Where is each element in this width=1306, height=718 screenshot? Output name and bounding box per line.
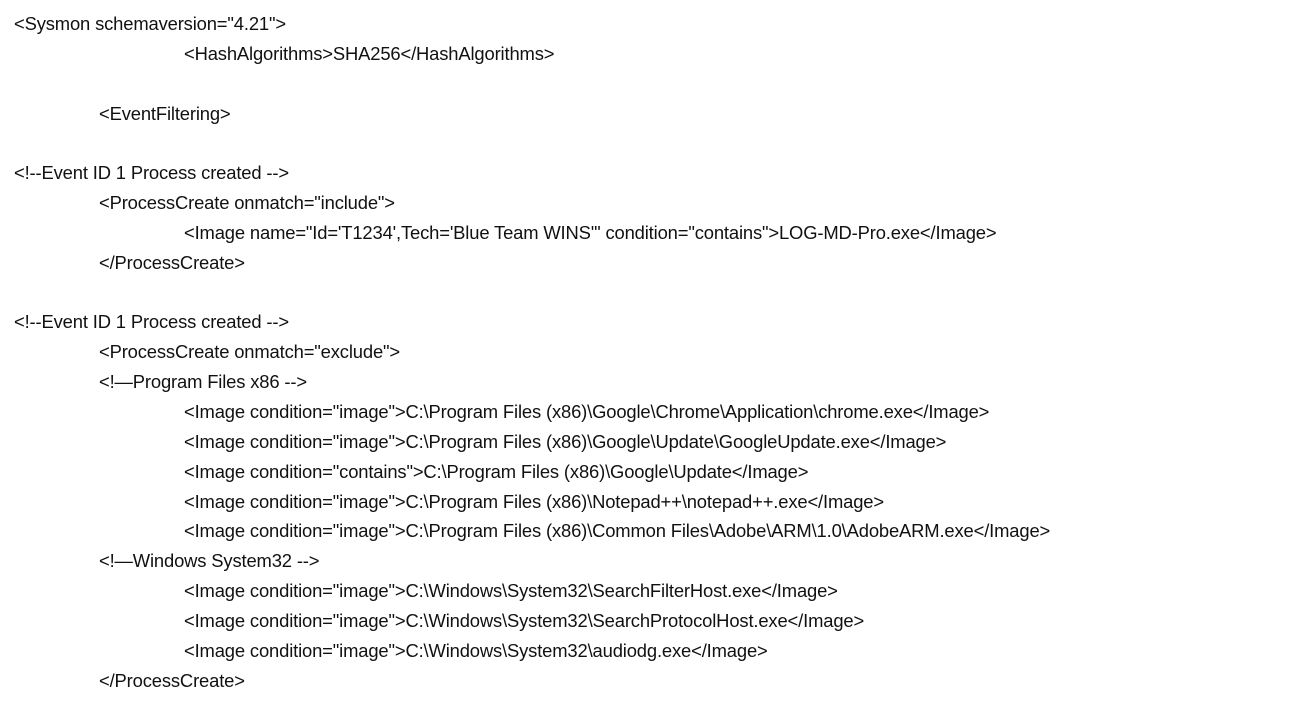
doc-line: <!--Event ID 1 Process created -->	[14, 162, 289, 184]
doc-line: <Image name="Id='T1234',Tech='Blue Team …	[184, 221, 997, 243]
doc-line: <ProcessCreate onmatch="exclude">	[99, 341, 400, 363]
doc-line: <Image condition="image">C:\Program File…	[184, 400, 990, 422]
doc-line: <Image condition="image">C:\Program File…	[184, 430, 947, 452]
doc-line	[14, 278, 1294, 308]
doc-line	[14, 128, 1294, 158]
doc-line: <Image condition="image">C:\Windows\Syst…	[184, 580, 838, 602]
sysmon-config-document: <Sysmon schemaversion="4.21"> <HashAlgor…	[14, 9, 1294, 695]
doc-line: <Image condition="contains">C:\Program F…	[184, 460, 809, 482]
doc-line: <Sysmon schemaversion="4.21">	[14, 13, 286, 34]
doc-line: <Image condition="image">C:\Program File…	[184, 520, 1051, 542]
doc-line: <ProcessCreate onmatch="include">	[99, 192, 395, 214]
doc-line: <Image condition="image">C:\Program File…	[184, 490, 884, 512]
doc-line: <!—Windows System32 -->	[99, 550, 320, 572]
doc-line: <Image condition="image">C:\Windows\Syst…	[184, 609, 865, 631]
doc-line	[14, 69, 1294, 99]
doc-line: <!—Program Files x86 -->	[99, 371, 307, 393]
doc-line: </ProcessCreate>	[99, 251, 245, 273]
doc-line: </ProcessCreate>	[99, 669, 245, 691]
doc-line: <Image condition="image">C:\Windows\Syst…	[184, 639, 768, 661]
doc-line: <HashAlgorithms>SHA256</HashAlgorithms>	[184, 42, 555, 64]
doc-line: <!--Event ID 1 Process created -->	[14, 311, 289, 333]
doc-line: <EventFiltering>	[99, 102, 231, 124]
